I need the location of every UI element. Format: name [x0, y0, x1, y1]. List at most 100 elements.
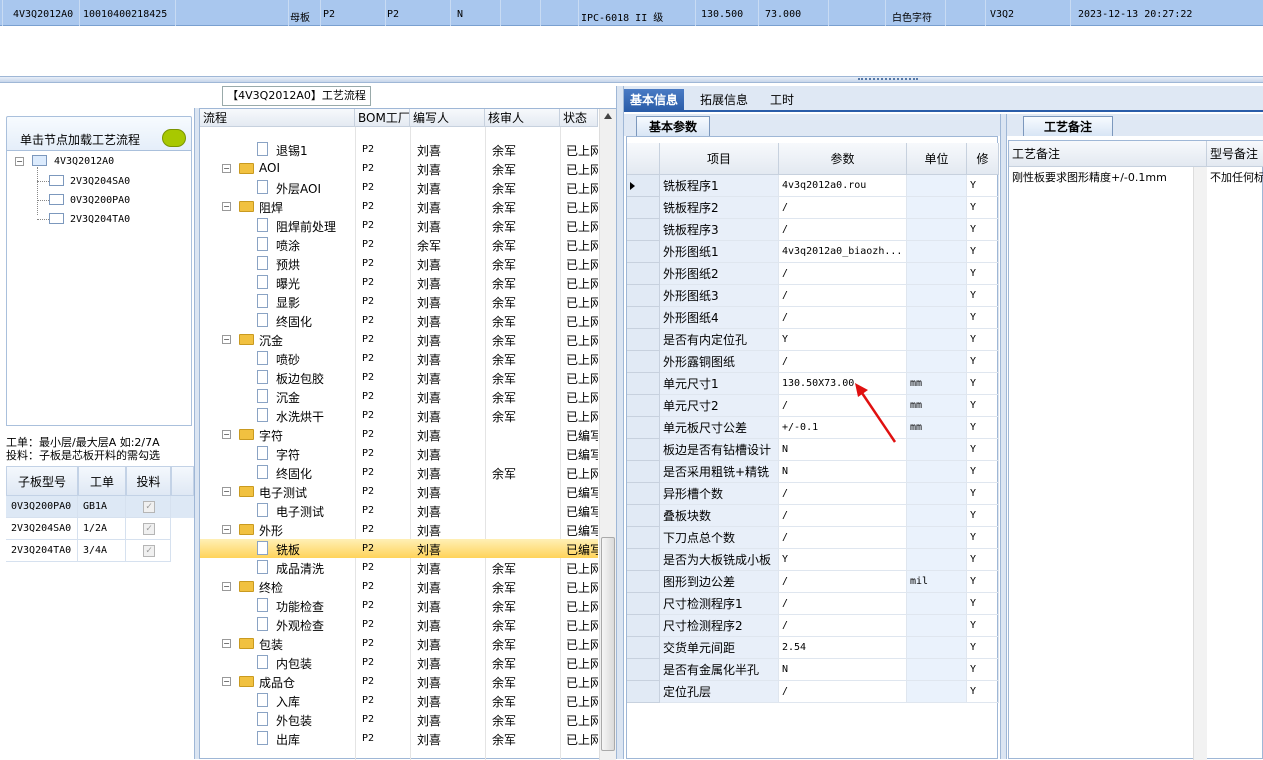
param-value[interactable]: /: [779, 285, 907, 307]
subboard-row[interactable]: 2V3Q204SA0 1/2A ✓: [6, 518, 194, 540]
param-row[interactable]: 尺寸检测程序2/ Y: [627, 615, 999, 637]
notes-header[interactable]: 工艺备注: [1009, 141, 1207, 167]
flow-row[interactable]: 成品清洗 P2 刘喜 余军 已上网: [200, 558, 598, 577]
row-selector[interactable]: [627, 681, 660, 703]
flow-row[interactable]: − 字符 P2 刘喜 已编写: [200, 425, 598, 444]
model-notes-cell[interactable]: 不加任何标: [1210, 169, 1263, 185]
flow-row[interactable]: 内包装 P2 刘喜 余军 已上网: [200, 653, 598, 672]
flow-row[interactable]: − 成品仓 P2 刘喜 余军 已上网: [200, 672, 598, 691]
subboard-row[interactable]: 0V3Q200PA0 GB1A ✓: [6, 496, 194, 518]
scroll-up-icon[interactable]: [604, 113, 612, 119]
row-selector[interactable]: [627, 593, 660, 615]
param-row[interactable]: 图形到边公差 / mil Y: [627, 571, 999, 593]
param-row[interactable]: 铣板程序2/ Y: [627, 197, 999, 219]
param-value[interactable]: Y: [779, 549, 907, 571]
tab-basic-info[interactable]: 基本信息: [624, 89, 685, 111]
tree-child-label[interactable]: 2V3Q204SA0: [70, 176, 130, 187]
expand-icon[interactable]: −: [222, 487, 231, 496]
fed-checkbox[interactable]: ✓: [143, 545, 155, 557]
row-selector[interactable]: [627, 659, 660, 681]
flow-row[interactable]: 退锡1 P2 刘喜 余军 已上网: [200, 140, 598, 159]
param-row[interactable]: 板边是否有钻槽设计 N Y: [627, 439, 999, 461]
expand-icon[interactable]: −: [222, 639, 231, 648]
param-row[interactable]: 是否有内定位孔 Y Y: [627, 329, 999, 351]
flow-row[interactable]: 终固化 P2 刘喜 余军 已上网: [200, 463, 598, 482]
param-value[interactable]: /: [779, 615, 907, 637]
expand-icon[interactable]: −: [222, 582, 231, 591]
flow-header[interactable]: 核审人: [485, 109, 560, 127]
param-value[interactable]: /: [779, 571, 907, 593]
notes-scrollbar[interactable]: [1193, 167, 1207, 760]
expand-icon[interactable]: −: [222, 202, 231, 211]
row-selector[interactable]: [627, 417, 660, 439]
flow-row[interactable]: 显影 P2 刘喜 余军 已上网: [200, 292, 598, 311]
param-header[interactable]: 项目: [660, 143, 779, 175]
param-header[interactable]: 参数: [779, 143, 907, 175]
flow-row[interactable]: 喷砂 P2 刘喜 余军 已上网: [200, 349, 598, 368]
row-selector[interactable]: [627, 197, 660, 219]
flow-header[interactable]: 流程: [200, 109, 355, 127]
flow-header[interactable]: 编写人: [410, 109, 485, 127]
flow-row[interactable]: 外观检查 P2 刘喜 余军 已上网: [200, 615, 598, 634]
expand-icon[interactable]: −: [222, 525, 231, 534]
param-row[interactable]: 异形槽个数 / Y: [627, 483, 999, 505]
flow-row[interactable]: 字符 P2 刘喜 已编写: [200, 444, 598, 463]
param-value[interactable]: /: [779, 483, 907, 505]
horizontal-splitter[interactable]: [0, 76, 1263, 83]
flow-header[interactable]: 状态: [560, 109, 598, 127]
row-selector[interactable]: [627, 527, 660, 549]
param-value[interactable]: N: [779, 659, 907, 681]
fed-checkbox[interactable]: ✓: [143, 501, 155, 513]
param-value[interactable]: /: [779, 505, 907, 527]
flow-row[interactable]: 终固化 P2 刘喜 余军 已上网: [200, 311, 598, 330]
param-row[interactable]: 铣板程序3/ Y: [627, 219, 999, 241]
expand-icon[interactable]: −: [222, 164, 231, 173]
param-value[interactable]: Y: [779, 329, 907, 351]
flow-row[interactable]: 水洗烘干 P2 刘喜 余军 已上网: [200, 406, 598, 425]
row-selector[interactable]: [627, 615, 660, 637]
flow-scroll-thumb[interactable]: [601, 537, 615, 751]
param-value[interactable]: N: [779, 461, 907, 483]
flow-scrollbar[interactable]: [599, 109, 616, 760]
tree-collapse-icon[interactable]: −: [15, 157, 24, 166]
param-header[interactable]: 单位: [907, 143, 967, 175]
expand-icon[interactable]: −: [222, 335, 231, 344]
model-notes-header[interactable]: 型号备注: [1207, 141, 1263, 167]
tab-work-hours[interactable]: 工时: [764, 89, 800, 111]
subboard-header[interactable]: 子板型号: [6, 466, 78, 496]
middle-splitter[interactable]: [616, 86, 624, 759]
flow-row[interactable]: 板边包胶 P2 刘喜 余军 已上网: [200, 368, 598, 387]
flow-row[interactable]: 功能检查 P2 刘喜 余军 已上网: [200, 596, 598, 615]
subboard-row[interactable]: 2V3Q204TA0 3/4A ✓: [6, 540, 194, 562]
param-row[interactable]: 单元板尺寸公差 +/-0.1 mm Y: [627, 417, 999, 439]
param-row[interactable]: 外形图纸3/ Y: [627, 285, 999, 307]
splitter-grip-icon[interactable]: [858, 78, 918, 81]
param-value[interactable]: 2.54: [779, 637, 907, 659]
flow-row[interactable]: − 阻焊 P2 刘喜 余军 已上网: [200, 197, 598, 216]
row-selector[interactable]: [627, 571, 660, 593]
row-selector[interactable]: [627, 219, 660, 241]
row-selector[interactable]: [627, 637, 660, 659]
tab-process-notes[interactable]: 工艺备注: [1023, 116, 1114, 136]
flow-row[interactable]: 曝光 P2 刘喜 余军 已上网: [200, 273, 598, 292]
row-selector[interactable]: [627, 439, 660, 461]
tree-child-label[interactable]: 2V3Q204TA0: [70, 214, 130, 225]
row-selector[interactable]: [627, 285, 660, 307]
row-selector[interactable]: [627, 549, 660, 571]
notes-cell[interactable]: 刚性板要求图形精度+/-0.1mm: [1012, 169, 1167, 185]
param-value[interactable]: /: [779, 681, 907, 703]
flow-row[interactable]: − 外形 P2 刘喜 已编写: [200, 520, 598, 539]
param-value[interactable]: 4v3q2012a0.rou: [779, 175, 907, 197]
flow-header[interactable]: BOM工厂: [355, 109, 410, 127]
param-row[interactable]: 单元尺寸2/mm Y: [627, 395, 999, 417]
flow-row[interactable]: 阻焊前处理 P2 刘喜 余军 已上网: [200, 216, 598, 235]
flow-row[interactable]: − 电子测试 P2 刘喜 已编写: [200, 482, 598, 501]
param-value[interactable]: /: [779, 351, 907, 373]
flow-row[interactable]: 预烘 P2 刘喜 余军 已上网: [200, 254, 598, 273]
flow-row[interactable]: 外层AOI P2 刘喜 余军 已上网: [200, 178, 598, 197]
param-row[interactable]: 叠板块数 / Y: [627, 505, 999, 527]
flow-row[interactable]: 入库 P2 刘喜 余军 已上网: [200, 691, 598, 710]
param-row[interactable]: 外形图纸2/ Y: [627, 263, 999, 285]
row-selector[interactable]: [627, 351, 660, 373]
param-row[interactable]: 是否为大板铣成小板 Y Y: [627, 549, 999, 571]
